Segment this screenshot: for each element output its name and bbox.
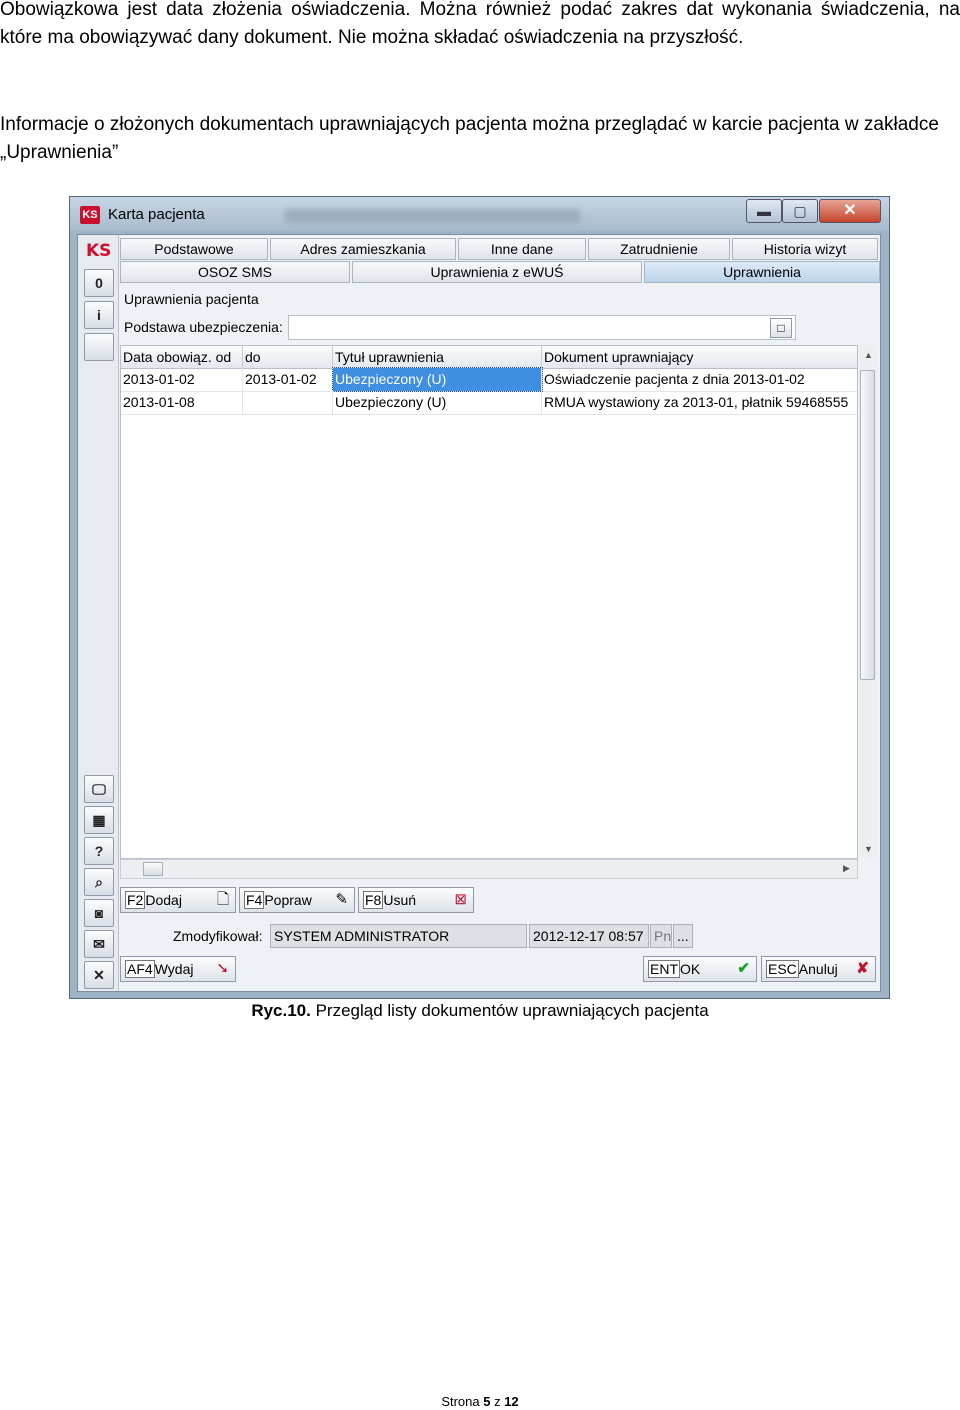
insurance-basis-field[interactable] [288,315,796,340]
figure-caption-text: Przegląd listy dokumentów uprawniających… [310,1001,709,1020]
tab-osoz-sms[interactable]: OSOZ SMS [120,261,350,283]
cancel-label: Anuluj [798,961,838,977]
cell-date-from[interactable]: 2013-01-02 [121,368,243,391]
add-button[interactable]: F2 Dodaj 🗋 [120,887,236,913]
footer-total-pages: 12 [504,1394,519,1409]
cell-title[interactable]: Ubezpieczony (U) [333,391,542,414]
modified-by-user: SYSTEM ADMINISTRATOR [270,924,527,948]
issue-key: AF4 [125,960,155,978]
tab-historia-wizyt[interactable]: Historia wizyt [732,238,878,260]
delete-icon: ⊠ [454,891,467,908]
cell-date-from[interactable]: 2013-01-08 [121,391,243,414]
ok-key: ENT [648,960,680,978]
tab-adres-zamieszkania[interactable]: Adres zamieszkania [270,238,456,260]
paragraph-intro: Obowiązkowa jest data złożenia oświadcze… [0,0,960,48]
modified-by-label: Zmodyfikował: [173,928,263,944]
delete-button[interactable]: F8 Usuń ⊠ [358,887,474,913]
horizontal-scroll-thumb[interactable] [143,862,163,876]
column-header-document[interactable]: Dokument uprawniający [542,346,859,368]
insurance-basis-label: Podstawa ubezpieczenia: [124,319,283,335]
edit-pencil-icon: ✎ [335,891,348,908]
footer-prefix: Strona [441,1394,484,1409]
cancel-x-icon: ✘ [856,960,869,977]
maximize-button[interactable]: ▢ [782,199,818,223]
calculator-icon[interactable]: ▦ [84,806,114,834]
delete-label: Usuń [383,892,417,908]
blank-toolbar-button[interactable] [84,333,114,361]
help-button[interactable]: ? [84,837,114,865]
tab-uprawnienia[interactable]: Uprawnienia [644,261,880,283]
footer-separator: z [490,1394,505,1409]
cell-document[interactable]: Oświadczenie pacjenta z dnia 2013-01-02 [542,368,859,391]
insurance-basis-picker-button[interactable]: □ [770,318,792,338]
modified-datetime: 2012-12-17 08:57 [529,924,649,948]
add-key: F2 [125,891,146,909]
add-label: Dodaj [145,892,182,908]
title-bar[interactable]: KS Karta pacjenta ▬ ▢ ✕ [70,197,889,231]
figure-caption: Ryc.10. Przegląd listy dokumentów uprawn… [0,1001,960,1021]
minimize-button[interactable]: ▬ [746,199,782,223]
close-window-button[interactable]: ✕ [819,199,881,223]
tab-uprawnienia-ewus[interactable]: Uprawnienia z eWUŚ [352,261,642,283]
column-header-title[interactable]: Tytuł uprawnienia [333,346,542,368]
monitor-icon[interactable]: 🖵 [84,775,114,803]
modified-more-button[interactable]: ... [673,924,693,948]
paragraph-info: Informacje o złożonych dokumentach upraw… [0,114,939,163]
left-toolbar: KS 0 i 🖵 ▦ ? ⌕ ◙ ✉ ✕ [78,235,119,991]
page-footer: Strona 5 z 12 [0,1394,960,1409]
exit-button[interactable]: ✕ [84,961,114,989]
app-logo-icon: KS [80,206,100,224]
issue-arrow-icon: ➘ [216,960,229,977]
scroll-right-icon[interactable]: ▶ [843,863,850,874]
cell-date-to[interactable]: 2013-01-02 [243,368,333,391]
issue-label: Wydaj [154,961,194,977]
table-row[interactable]: 2013-01-02 2013-01-02 Ubezpieczony (U) O… [121,367,859,392]
vertical-scroll-thumb[interactable] [860,370,875,680]
cell-document[interactable]: RMUA wystawiony za 2013-01, płatnik 5946… [542,391,859,414]
cancel-key: ESC [766,960,799,978]
cancel-button[interactable]: ESC Anuluj ✘ [761,956,876,982]
tab-podstawowe[interactable]: Podstawowe [120,238,268,260]
vertical-scrollbar[interactable]: ▲ ▼ [859,346,877,858]
edit-key: F4 [244,891,265,909]
camera-icon[interactable]: ◙ [84,899,114,927]
search-icon[interactable]: ⌕ [84,868,114,896]
zero-button[interactable]: 0 [84,269,114,297]
mail-icon[interactable]: ✉ [84,930,114,958]
cell-date-to[interactable] [243,391,333,414]
info-button[interactable]: i [84,301,114,329]
delete-key: F8 [363,891,384,909]
scroll-down-icon[interactable]: ▼ [864,844,873,854]
issue-button[interactable]: AF4 Wydaj ➘ [120,956,236,982]
checkmark-icon: ✔ [737,960,750,977]
new-document-icon: 🗋 [216,891,229,908]
edit-label: Popraw [264,892,312,908]
modified-day: Pn [650,924,672,948]
window-client-area: KS 0 i 🖵 ▦ ? ⌕ ◙ ✉ ✕ Podstawowe Adres za… [77,234,881,992]
patient-card-window: KS Karta pacjenta ▬ ▢ ✕ KS 0 i 🖵 ▦ ? ⌕ ◙… [69,196,890,999]
ok-label: OK [680,961,701,977]
tab-zatrudnienie[interactable]: Zatrudnienie [588,238,730,260]
scroll-up-icon[interactable]: ▲ [864,350,873,360]
window-title: Karta pacjenta [108,206,205,223]
section-title: Uprawnienia pacjenta [124,291,259,307]
tab-inne-dane[interactable]: Inne dane [458,238,586,260]
column-header-date-to[interactable]: do [243,346,333,368]
figure-caption-label: Ryc.10. [251,1001,311,1020]
ok-button[interactable]: ENT OK ✔ [643,956,757,982]
grid-header: Data obowiąz. od do Tytuł uprawnienia Do… [121,346,857,369]
entitlements-grid: Data obowiąz. od do Tytuł uprawnienia Do… [120,345,877,859]
cell-title-selected[interactable]: Ubezpieczony (U) [332,367,543,392]
edit-button[interactable]: F4 Popraw ✎ [239,887,355,913]
table-row[interactable]: 2013-01-08 Ubezpieczony (U) RMUA wystawi… [121,391,857,415]
blurred-title-info [285,209,580,223]
ks-logo-icon: KS [86,241,112,261]
horizontal-scrollbar[interactable]: ▶ [120,859,858,879]
column-header-date-from[interactable]: Data obowiąz. od [121,346,243,368]
